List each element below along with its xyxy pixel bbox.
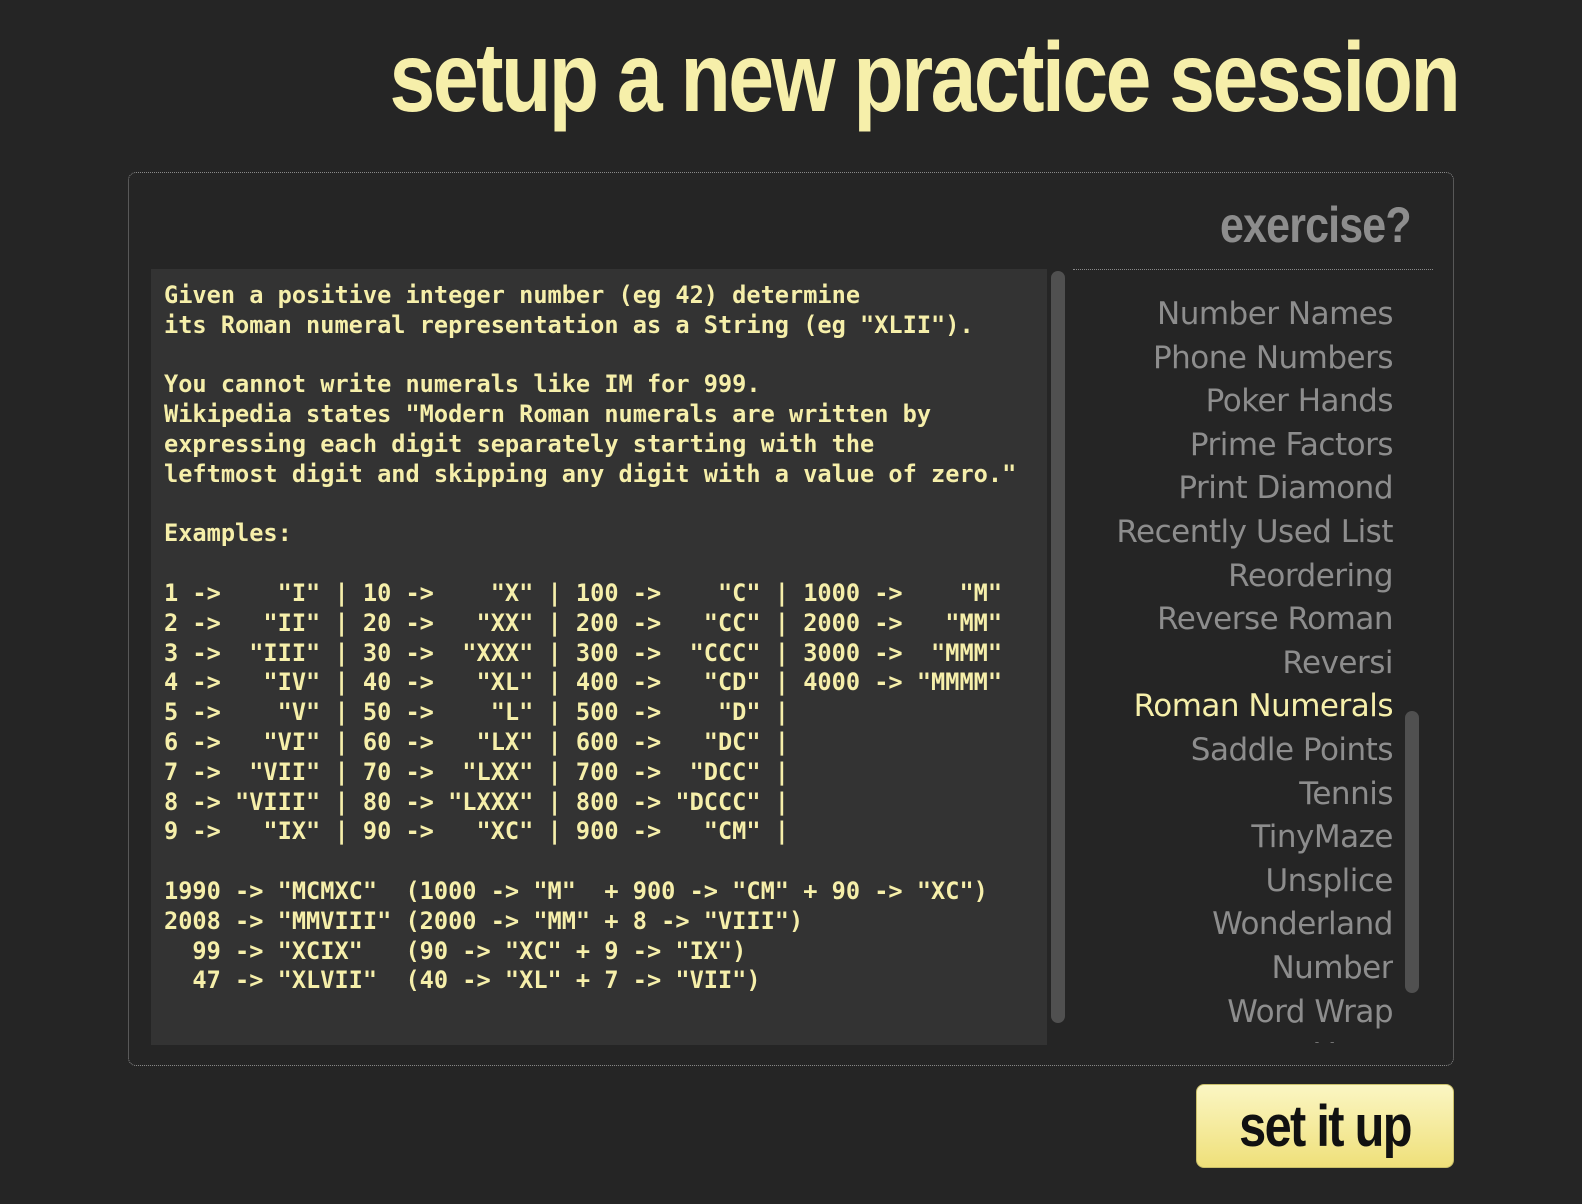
set-it-up-label: set it up	[1239, 1094, 1412, 1159]
exercise-list-item[interactable]: Poker Hands	[1077, 380, 1393, 424]
exercise-instructions[interactable]: Given a positive integer number (eg 42) …	[151, 269, 1047, 1045]
exercise-list-item[interactable]: Tennis	[1077, 773, 1393, 817]
exercise-list-item[interactable]: Unsplice	[1077, 860, 1393, 904]
exercise-list-item[interactable]: Number	[1077, 947, 1393, 991]
set-it-up-button[interactable]: set it up	[1196, 1084, 1454, 1168]
exercise-panel: exercise? Given a positive integer numbe…	[128, 172, 1454, 1066]
exercise-list-item[interactable]: Prime Factors	[1077, 424, 1393, 468]
exercise-list-item[interactable]: TinyMaze	[1077, 816, 1393, 860]
page-title: setup a new practice session	[389, 22, 1460, 132]
exercise-list-item[interactable]: Reordering	[1077, 555, 1393, 599]
exercise-list-item[interactable]: Word Wrap	[1077, 991, 1393, 1035]
exercise-list[interactable]: Number Names Phone Numbers Poker Hands Prim…	[1077, 293, 1393, 1043]
exercise-list-item[interactable]: Reverse Roman	[1077, 598, 1393, 642]
page: setup a new practice session exercise? G…	[0, 0, 1582, 1204]
exercise-list-item[interactable]: Roman Numerals	[1077, 685, 1393, 729]
instructions-text: Given a positive integer number (eg 42) …	[164, 281, 1017, 995]
exercise-heading: exercise?	[1220, 197, 1412, 253]
heading-divider	[1073, 269, 1433, 270]
exercise-list-scrollbar[interactable]	[1405, 711, 1419, 993]
exercise-list-item[interactable]: Yatzy	[1077, 1034, 1393, 1043]
exercise-list-item[interactable]: Recently Used List	[1077, 511, 1393, 555]
exercise-list-item[interactable]: Number Names	[1077, 293, 1393, 337]
instructions-scrollbar[interactable]	[1051, 271, 1065, 1023]
exercise-list-item[interactable]: Saddle Points	[1077, 729, 1393, 773]
exercise-list-item[interactable]: Reversi	[1077, 642, 1393, 686]
exercise-list-item[interactable]: Print Diamond	[1077, 467, 1393, 511]
exercise-list-item[interactable]: Wonderland	[1077, 903, 1393, 947]
exercise-list-item[interactable]: Phone Numbers	[1077, 337, 1393, 381]
